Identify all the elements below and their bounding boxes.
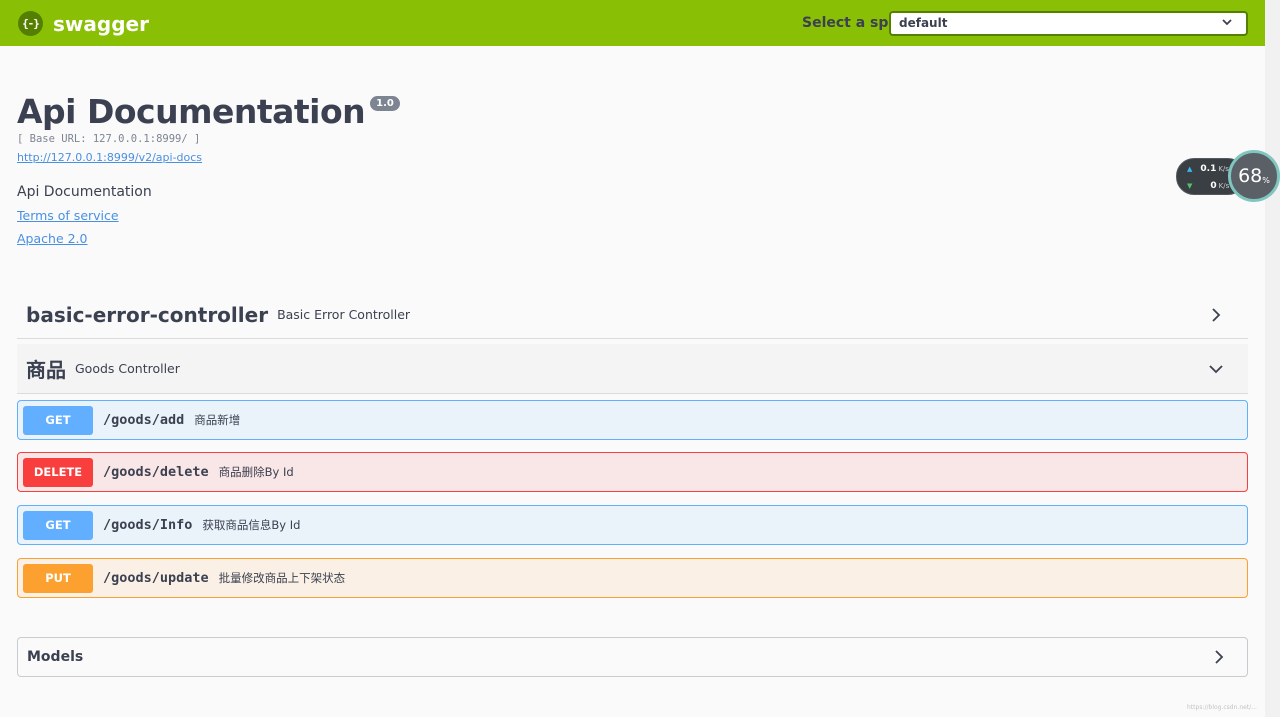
operation-delete-goods-delete[interactable]: DELETE /goods/delete 商品删除By Id (17, 452, 1248, 492)
upload-speed: ▲ 0.1 K/s (1187, 164, 1229, 174)
api-docs-link[interactable]: http://127.0.0.1:8999/v2/api-docs (17, 151, 202, 164)
operation-get-goods-add[interactable]: GET /goods/add 商品新增 (17, 400, 1248, 440)
method-badge: GET (23, 405, 93, 435)
chevron-down-icon (1209, 365, 1223, 374)
upload-value: 0.1 (1200, 164, 1217, 174)
operation-path: /goods/Info (103, 517, 193, 533)
top-bar: {-} swagger Select a spec default (0, 0, 1265, 46)
watermark: https://blog.csdn.net/... (1187, 704, 1257, 711)
download-value: 0 (1210, 181, 1217, 191)
tag-basic-error-controller[interactable]: basic-error-controller Basic Error Contr… (17, 291, 1248, 339)
network-speed-widget[interactable]: ▲ 0.1 K/s ▼ 0 K/s 68 % (1176, 150, 1280, 202)
models-title: Models (27, 649, 84, 665)
chevron-right-icon (1215, 650, 1224, 664)
license-link[interactable]: Apache 2.0 (17, 231, 87, 246)
tag-goods-controller[interactable]: 商品 Goods Controller (17, 344, 1248, 394)
method-badge: DELETE (23, 457, 93, 487)
spec-select[interactable]: default (889, 11, 1248, 36)
download-speed: ▼ 0 K/s (1187, 181, 1229, 191)
operation-summary: 获取商品信息By Id (202, 518, 301, 532)
memory-usage-gauge: 68 % (1228, 150, 1280, 202)
operation-summary: 批量修改商品上下架状态 (218, 571, 346, 585)
operation-put-goods-update[interactable]: PUT /goods/update 批量修改商品上下架状态 (17, 558, 1248, 598)
tag-description: Goods Controller (75, 361, 180, 376)
operation-summary: 商品新增 (194, 413, 241, 427)
tag-description: Basic Error Controller (277, 307, 411, 322)
memory-usage-value: 68 (1238, 165, 1263, 187)
models-section[interactable]: Models (17, 637, 1248, 677)
tag-name: 商品 (26, 358, 66, 382)
api-title-block: Api Documentation 1.0 (17, 92, 400, 132)
operation-path: /goods/delete (103, 464, 209, 480)
tag-name: basic-error-controller (26, 302, 269, 327)
chevron-down-icon (1222, 19, 1232, 26)
swagger-logo-icon: {-} (18, 11, 43, 36)
download-unit: K/s (1218, 182, 1230, 190)
logo-text: swagger (53, 11, 149, 36)
upload-arrow-icon: ▲ (1187, 165, 1193, 173)
version-badge: 1.0 (370, 96, 400, 111)
method-badge: PUT (23, 563, 93, 593)
operation-summary: 商品删除By Id (218, 465, 294, 479)
swagger-logo[interactable]: {-} swagger (18, 11, 149, 36)
download-arrow-icon: ▼ (1187, 182, 1193, 190)
terms-of-service-link[interactable]: Terms of service (17, 208, 119, 223)
api-description: Api Documentation (17, 184, 152, 200)
operation-path: /goods/update (103, 570, 209, 586)
method-badge: GET (23, 510, 93, 540)
base-url: [ Base URL: 127.0.0.1:8999/ ] (17, 133, 201, 145)
memory-usage-unit: % (1262, 175, 1270, 185)
operation-get-goods-info[interactable]: GET /goods/Info 获取商品信息By Id (17, 505, 1248, 545)
page-title: Api Documentation (17, 92, 366, 131)
spec-select-value: default (899, 16, 948, 30)
page-scrollbar[interactable] (1265, 0, 1280, 717)
operation-path: /goods/add (103, 412, 185, 428)
chevron-right-icon (1212, 308, 1221, 322)
